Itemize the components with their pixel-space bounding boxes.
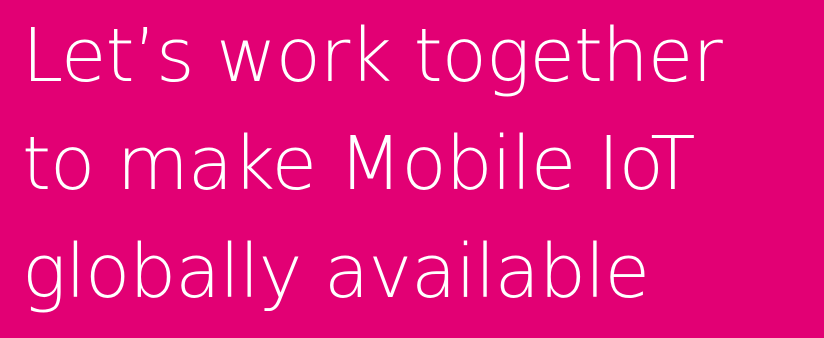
headline-line-2: to make Mobile IoT xyxy=(22,121,695,207)
hero-headline: Let’s work together to make Mobile IoT g… xyxy=(22,2,723,326)
headline-line-3: globally available xyxy=(22,229,650,315)
headline-line-1: Let’s work together xyxy=(22,13,723,99)
hero-banner: Let’s work together to make Mobile IoT g… xyxy=(0,0,824,338)
